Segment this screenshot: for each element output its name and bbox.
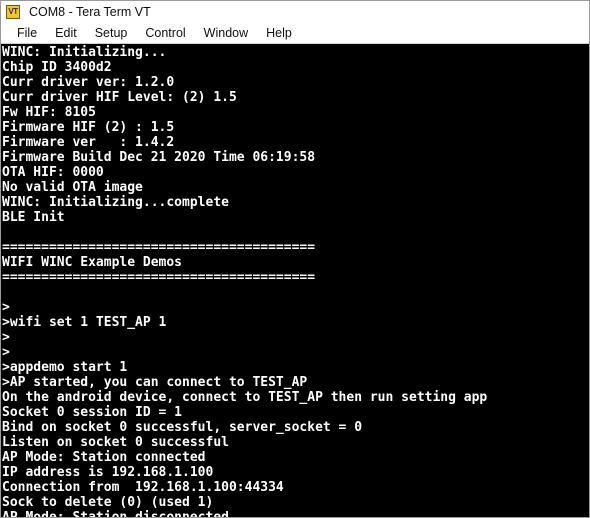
terminal-screen[interactable]: WINC: Initializing... Chip ID 3400d2 Curr … [1,44,589,517]
menu-item-help[interactable]: Help [257,25,301,42]
terminal-line: ======================================== [2,240,316,255]
terminal-line: WIFI WINC Example Demos [2,255,183,270]
terminal-line: ======================================== [2,270,316,285]
terminal-line: Chip ID 3400d2 [2,60,112,75]
menu-item-file[interactable]: File [8,25,46,42]
teraterm-window: VT COM8 - Tera Term VT File Edit Setup C… [0,0,590,518]
menu-item-control[interactable]: Control [136,25,194,42]
terminal-line: Firmware HIF (2) : 1.5 [2,120,175,135]
terminal-line: > [2,345,10,360]
menu-bar: File Edit Setup Control Window Help [1,23,589,44]
terminal-line: OTA HIF: 0000 [2,165,104,180]
terminal-line: > [2,300,10,315]
terminal-line: >appdemo start 1 [2,360,128,375]
menu-item-setup[interactable]: Setup [86,25,137,42]
terminal-line: No valid OTA image [2,180,143,195]
menu-item-window[interactable]: Window [195,25,257,42]
terminal-line: > [2,330,10,345]
terminal-line: IP address is 192.168.1.100 [2,465,214,480]
terminal-line: Connection from 192.168.1.100:44334 [2,480,284,495]
terminal-line: WINC: Initializing...complete [2,195,229,210]
terminal-line: BLE Init [2,210,65,225]
terminal-line: WINC: Initializing... [2,45,167,60]
terminal-line: Bind on socket 0 successful, server_sock… [2,420,363,435]
title-bar[interactable]: VT COM8 - Tera Term VT [1,1,589,23]
terminal-line: >wifi set 1 TEST_AP 1 [2,315,167,330]
terminal-line: Listen on socket 0 successful [2,435,229,450]
terminal-line: Curr driver HIF Level: (2) 1.5 [2,90,237,105]
terminal-line: AP Mode: Station disconnected [2,510,589,517]
terminal-line: Sock to delete (0) (used 1) [2,495,214,510]
terminal-line: >AP started, you can connect to TEST_AP [2,375,308,390]
terminal-line: Firmware Build Dec 21 2020 Time 06:19:58 [2,150,316,165]
terminal-line: Fw HIF: 8105 [2,105,96,120]
terminal-output: WINC: Initializing... Chip ID 3400d2 Curr … [2,44,589,517]
window-title: COM8 - Tera Term VT [29,5,151,19]
terminal-line: Firmware ver : 1.4.2 [2,135,175,150]
terminal-line: On the android device, connect to TEST_A… [2,390,488,405]
terminal-line: Socket 0 session ID = 1 [2,405,183,420]
terminal-line: AP Mode: Station connected [2,450,206,465]
teraterm-vt-icon: VT [6,5,20,19]
terminal-line: Curr driver ver: 1.2.0 [2,75,175,90]
menu-item-edit[interactable]: Edit [46,25,86,42]
